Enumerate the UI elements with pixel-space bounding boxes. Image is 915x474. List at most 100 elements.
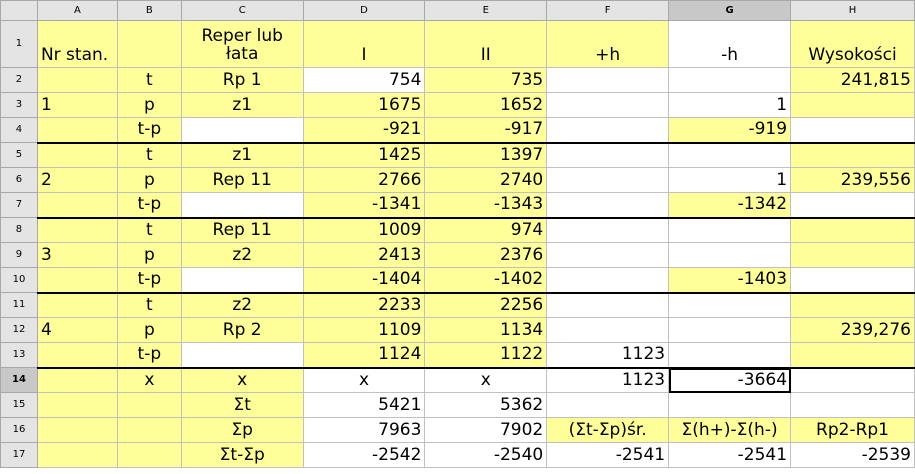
cell-f14[interactable]: 1123 <box>546 367 670 393</box>
cell-d1[interactable]: I <box>302 20 426 68</box>
select-all-corner[interactable] <box>0 0 38 21</box>
cell-h7[interactable] <box>790 192 915 219</box>
cell-e16[interactable]: 7902 <box>424 417 548 443</box>
cell-c16[interactable]: Σp <box>180 417 304 443</box>
cell-b4[interactable]: t-p <box>116 117 182 144</box>
cell-a16[interactable] <box>36 417 118 443</box>
cell-d3[interactable]: 1675 <box>302 92 426 118</box>
cell-b3[interactable]: p <box>116 92 182 118</box>
cell-d11[interactable]: 2233 <box>302 292 426 318</box>
cell-b16[interactable] <box>116 417 182 443</box>
column-header-h[interactable]: H <box>790 0 915 21</box>
cell-g6[interactable]: 1 <box>668 167 792 193</box>
cell-e2[interactable]: 735 <box>424 67 548 93</box>
cell-g14[interactable]: -3664 <box>668 367 792 393</box>
cell-g4[interactable]: -919 <box>668 117 792 144</box>
cell-h17[interactable]: -2539 <box>790 442 915 468</box>
cell-b13[interactable]: t-p <box>116 342 182 369</box>
cell-e8[interactable]: 974 <box>424 217 548 243</box>
cell-f12[interactable] <box>546 317 670 343</box>
cell-h15[interactable] <box>790 392 915 418</box>
cell-c7[interactable] <box>180 192 304 219</box>
row-header-7[interactable]: 7 <box>0 192 38 218</box>
cell-f1[interactable]: +h <box>546 20 670 68</box>
cell-a10[interactable] <box>36 267 118 294</box>
cell-a11[interactable] <box>36 292 118 318</box>
column-header-f[interactable]: F <box>546 0 670 21</box>
cell-f4[interactable] <box>546 117 670 144</box>
cell-c11[interactable]: z2 <box>180 292 304 318</box>
row-header-6[interactable]: 6 <box>0 167 38 193</box>
cell-f17[interactable]: -2541 <box>546 442 670 468</box>
cell-c2[interactable]: Rp 1 <box>180 67 304 93</box>
row-header-9[interactable]: 9 <box>0 242 38 268</box>
cell-f11[interactable] <box>546 292 670 318</box>
row-header-1[interactable]: 1 <box>0 20 38 68</box>
cell-a3[interactable]: 1 <box>36 92 118 118</box>
cell-g11[interactable] <box>668 292 792 318</box>
cell-e6[interactable]: 2740 <box>424 167 548 193</box>
cell-b6[interactable]: p <box>116 167 182 193</box>
cell-c13[interactable] <box>180 342 304 369</box>
cell-c15[interactable]: Σt <box>180 392 304 418</box>
cell-d15[interactable]: 5421 <box>302 392 426 418</box>
cell-b15[interactable] <box>116 392 182 418</box>
cell-d4[interactable]: -921 <box>302 117 426 144</box>
row-header-10[interactable]: 10 <box>0 267 38 293</box>
cell-c10[interactable] <box>180 267 304 294</box>
column-header-c[interactable]: C <box>180 0 304 21</box>
cell-g10[interactable]: -1403 <box>668 267 792 294</box>
cell-e1[interactable]: II <box>424 20 548 68</box>
cell-d9[interactable]: 2413 <box>302 242 426 268</box>
cell-g13[interactable] <box>668 342 792 369</box>
cell-b8[interactable]: t <box>116 217 182 243</box>
cell-a17[interactable] <box>36 442 118 468</box>
cell-c8[interactable]: Rep 11 <box>180 217 304 243</box>
row-header-12[interactable]: 12 <box>0 317 38 343</box>
cell-b2[interactable]: t <box>116 67 182 93</box>
column-header-g[interactable]: G <box>668 0 792 21</box>
cell-g17[interactable]: -2541 <box>668 442 792 468</box>
cell-f2[interactable] <box>546 67 670 93</box>
cell-e14[interactable]: x <box>424 367 548 393</box>
cell-h8[interactable] <box>790 217 915 243</box>
cell-h10[interactable] <box>790 267 915 294</box>
cell-d14[interactable]: x <box>302 367 426 393</box>
cell-f5[interactable] <box>546 142 670 168</box>
cell-h13[interactable] <box>790 342 915 369</box>
cell-f13[interactable]: 1123 <box>546 342 670 369</box>
cell-g7[interactable]: -1342 <box>668 192 792 219</box>
cell-a13[interactable] <box>36 342 118 369</box>
cell-f10[interactable] <box>546 267 670 294</box>
row-header-14[interactable]: 14 <box>0 367 38 393</box>
cell-c9[interactable]: z2 <box>180 242 304 268</box>
cell-h4[interactable] <box>790 117 915 144</box>
cell-h5[interactable] <box>790 142 915 168</box>
cell-d13[interactable]: 1124 <box>302 342 426 369</box>
cell-a5[interactable] <box>36 142 118 168</box>
cell-h9[interactable] <box>790 242 915 268</box>
cell-c17[interactable]: Σt-Σp <box>180 442 304 468</box>
cell-c5[interactable]: z1 <box>180 142 304 168</box>
cell-f3[interactable] <box>546 92 670 118</box>
cell-d12[interactable]: 1109 <box>302 317 426 343</box>
cell-a2[interactable] <box>36 67 118 93</box>
cell-e11[interactable]: 2256 <box>424 292 548 318</box>
cell-c4[interactable] <box>180 117 304 144</box>
row-header-15[interactable]: 15 <box>0 392 38 418</box>
cell-a6[interactable]: 2 <box>36 167 118 193</box>
cell-h12[interactable]: 239,276 <box>790 317 915 343</box>
cell-d6[interactable]: 2766 <box>302 167 426 193</box>
row-header-2[interactable]: 2 <box>0 67 38 93</box>
cell-g16[interactable]: Σ(h+)-Σ(h-) <box>668 417 792 443</box>
cell-g2[interactable] <box>668 67 792 93</box>
cell-a1[interactable]: Nr stan. <box>36 20 118 68</box>
cell-e15[interactable]: 5362 <box>424 392 548 418</box>
cell-b5[interactable]: t <box>116 142 182 168</box>
cell-g3[interactable]: 1 <box>668 92 792 118</box>
cell-d2[interactable]: 754 <box>302 67 426 93</box>
cell-f8[interactable] <box>546 217 670 243</box>
cell-b10[interactable]: t-p <box>116 267 182 294</box>
cell-b12[interactable]: p <box>116 317 182 343</box>
row-header-17[interactable]: 17 <box>0 442 38 468</box>
